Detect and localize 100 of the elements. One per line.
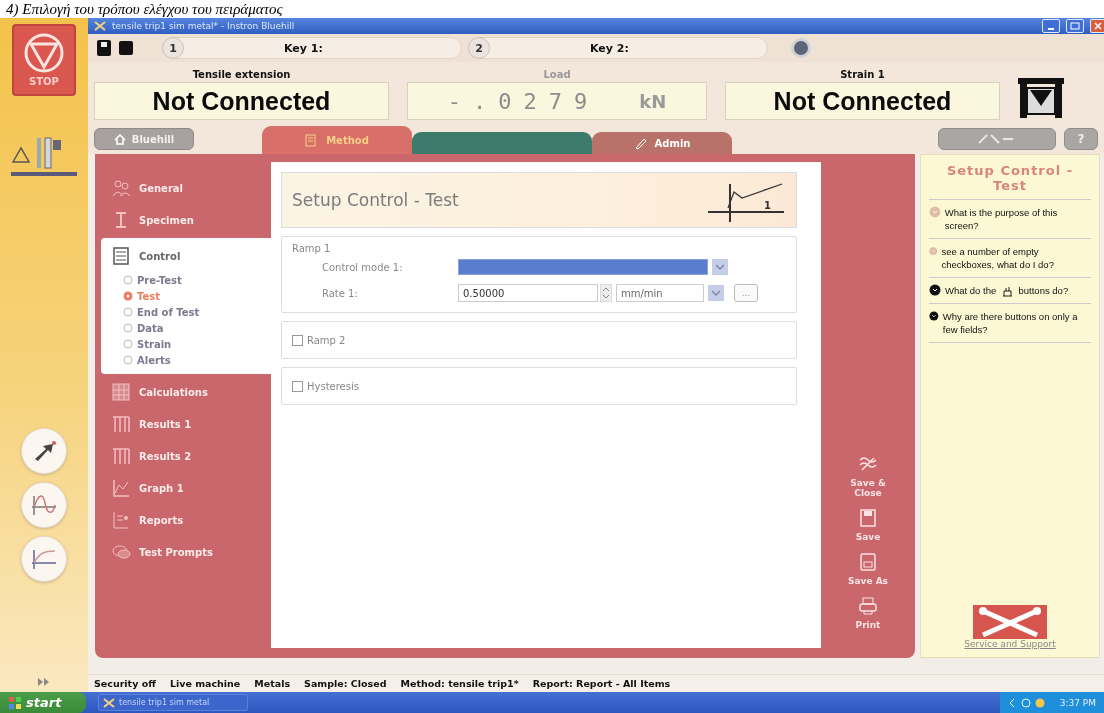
- indicator-icon: [790, 37, 812, 59]
- readout-label: Strain 1: [840, 69, 885, 80]
- status-item: Sample: Closed: [304, 678, 387, 689]
- nav-item[interactable]: Control: [101, 240, 271, 272]
- sub-nav-item[interactable]: End of Test: [101, 304, 271, 320]
- readout-value: Not Connected: [152, 86, 331, 116]
- minimize-button[interactable]: [1042, 19, 1060, 33]
- field-label: Control mode 1:: [321, 261, 404, 273]
- pencil-icon: [633, 136, 647, 150]
- home-icon: [113, 133, 126, 145]
- status-item: Metals: [254, 678, 291, 689]
- grid-icon: [111, 382, 131, 402]
- table-icon: [111, 446, 131, 466]
- stop-button[interactable]: STOP: [12, 24, 76, 96]
- unit-label: kN: [639, 90, 667, 112]
- nav-item[interactable]: Results 2: [101, 440, 271, 472]
- document-icon: [305, 133, 319, 147]
- key-number-button[interactable]: 2: [468, 37, 490, 59]
- clock: 3:37 PM: [1059, 697, 1096, 708]
- tools-button[interactable]: [938, 128, 1056, 150]
- support-link[interactable]: Service and Support: [964, 639, 1056, 649]
- action-button[interactable]: Save As: [842, 552, 894, 586]
- caption-text: 4) Επιλογή του τρόπου ελέγχου του πειράματος: [5, 0, 284, 18]
- stop-icon: [22, 33, 66, 73]
- start-button[interactable]: start: [0, 692, 86, 713]
- arrow-button[interactable]: [21, 428, 67, 474]
- help-link[interactable]: What do the buttons do?: [945, 284, 1069, 297]
- tab[interactable]: Admin: [592, 132, 732, 154]
- nav-item[interactable]: Calculations: [101, 376, 271, 408]
- group-label: Ramp 1: [292, 243, 332, 254]
- nav-item[interactable]: Test Prompts: [101, 536, 271, 568]
- maximize-button[interactable]: [1066, 19, 1084, 33]
- key-number-button[interactable]: 1: [162, 37, 184, 59]
- wave-icon: [31, 493, 57, 517]
- action-button[interactable]: Print: [842, 596, 894, 630]
- help-link[interactable]: Why are there buttons on only a few fields?: [942, 310, 1091, 336]
- nav-item[interactable]: Results 1: [101, 408, 271, 440]
- field-label: Rate 1:: [321, 287, 359, 299]
- app-logo-icon: [94, 21, 106, 31]
- sub-nav-item[interactable]: Strain: [101, 336, 271, 352]
- table-icon: [111, 414, 131, 434]
- checkbox[interactable]: [292, 334, 303, 346]
- dropdown-button[interactable]: [712, 259, 728, 275]
- help-link[interactable]: What is the purpose of this screen?: [944, 206, 1091, 232]
- browse-button[interactable]: ...: [734, 284, 758, 302]
- wave-button[interactable]: [21, 482, 67, 528]
- people-icon: [111, 178, 131, 198]
- key-label: Key 2:: [590, 41, 629, 55]
- status-item: Report: Report - All Items: [532, 678, 671, 689]
- sub-nav-item[interactable]: Alerts: [101, 352, 271, 368]
- status-item: Live machine: [169, 678, 241, 689]
- unit-dropdown[interactable]: mm/min: [616, 284, 704, 302]
- sub-nav-item[interactable]: Test: [101, 288, 271, 304]
- graph-icon: [111, 478, 131, 498]
- expand-icon: [38, 678, 50, 686]
- printer-icon: [858, 596, 878, 616]
- action-button[interactable]: Save: [842, 508, 894, 542]
- app-logo-icon: [103, 697, 115, 708]
- form-title: Setup Control - Test: [292, 190, 459, 210]
- square-icon: [118, 39, 134, 57]
- taskbar-button[interactable]: tensile trip1 sim metal: [98, 694, 248, 711]
- readout-label: Tensile extension: [192, 69, 291, 80]
- checkbox-label: Hysteresis: [307, 380, 359, 392]
- ramp-number: 1: [764, 200, 771, 211]
- help-link[interactable]: see a number of empty checkboxes, what do I do?: [941, 245, 1091, 271]
- help-button[interactable]: ?: [1064, 128, 1098, 150]
- nav-item[interactable]: Graph 1: [101, 472, 271, 504]
- action-button[interactable]: Save & Close: [842, 454, 894, 498]
- sub-nav-item[interactable]: Pre-Test: [101, 272, 271, 288]
- windows-flag-icon: [8, 695, 22, 710]
- nav-item[interactable]: Reports: [101, 504, 271, 536]
- maximize-icon: [1070, 22, 1080, 30]
- home-button[interactable]: Bluehill: [94, 128, 194, 150]
- readout-value: -.0279: [447, 88, 600, 114]
- nav-item[interactable]: General: [101, 172, 271, 204]
- inline-button-icon: [1001, 286, 1013, 297]
- document-icon: [111, 510, 131, 530]
- control-mode-dropdown[interactable]: [458, 259, 708, 275]
- checkbox-label: Ramp 2: [307, 334, 346, 346]
- tab[interactable]: Method: [262, 126, 412, 154]
- checkbox[interactable]: [292, 380, 303, 392]
- rate-field[interactable]: 0.50000: [458, 284, 598, 302]
- key-label: Key 1:: [284, 41, 323, 55]
- help-title: Setup Control - Test: [929, 163, 1091, 200]
- support-logo-icon: [973, 605, 1047, 639]
- nav-item[interactable]: Specimen: [101, 204, 271, 236]
- close-button[interactable]: [1090, 19, 1104, 33]
- panel-icon: [111, 246, 131, 266]
- sub-nav-item[interactable]: Data: [101, 320, 271, 336]
- spinner-icon[interactable]: [600, 284, 612, 302]
- curve-icon: [31, 547, 57, 571]
- readout-value: Not Connected: [773, 86, 952, 116]
- dropdown-button[interactable]: [708, 285, 724, 301]
- status-item: Security off: [94, 678, 156, 689]
- close-icon: [1092, 22, 1103, 30]
- status-item: Method: tensile trip1*: [400, 678, 519, 689]
- load-frame-icon: [1018, 76, 1064, 120]
- speech-icon: [111, 542, 131, 562]
- curve-button[interactable]: [21, 536, 67, 582]
- readout-label: Load: [543, 69, 571, 80]
